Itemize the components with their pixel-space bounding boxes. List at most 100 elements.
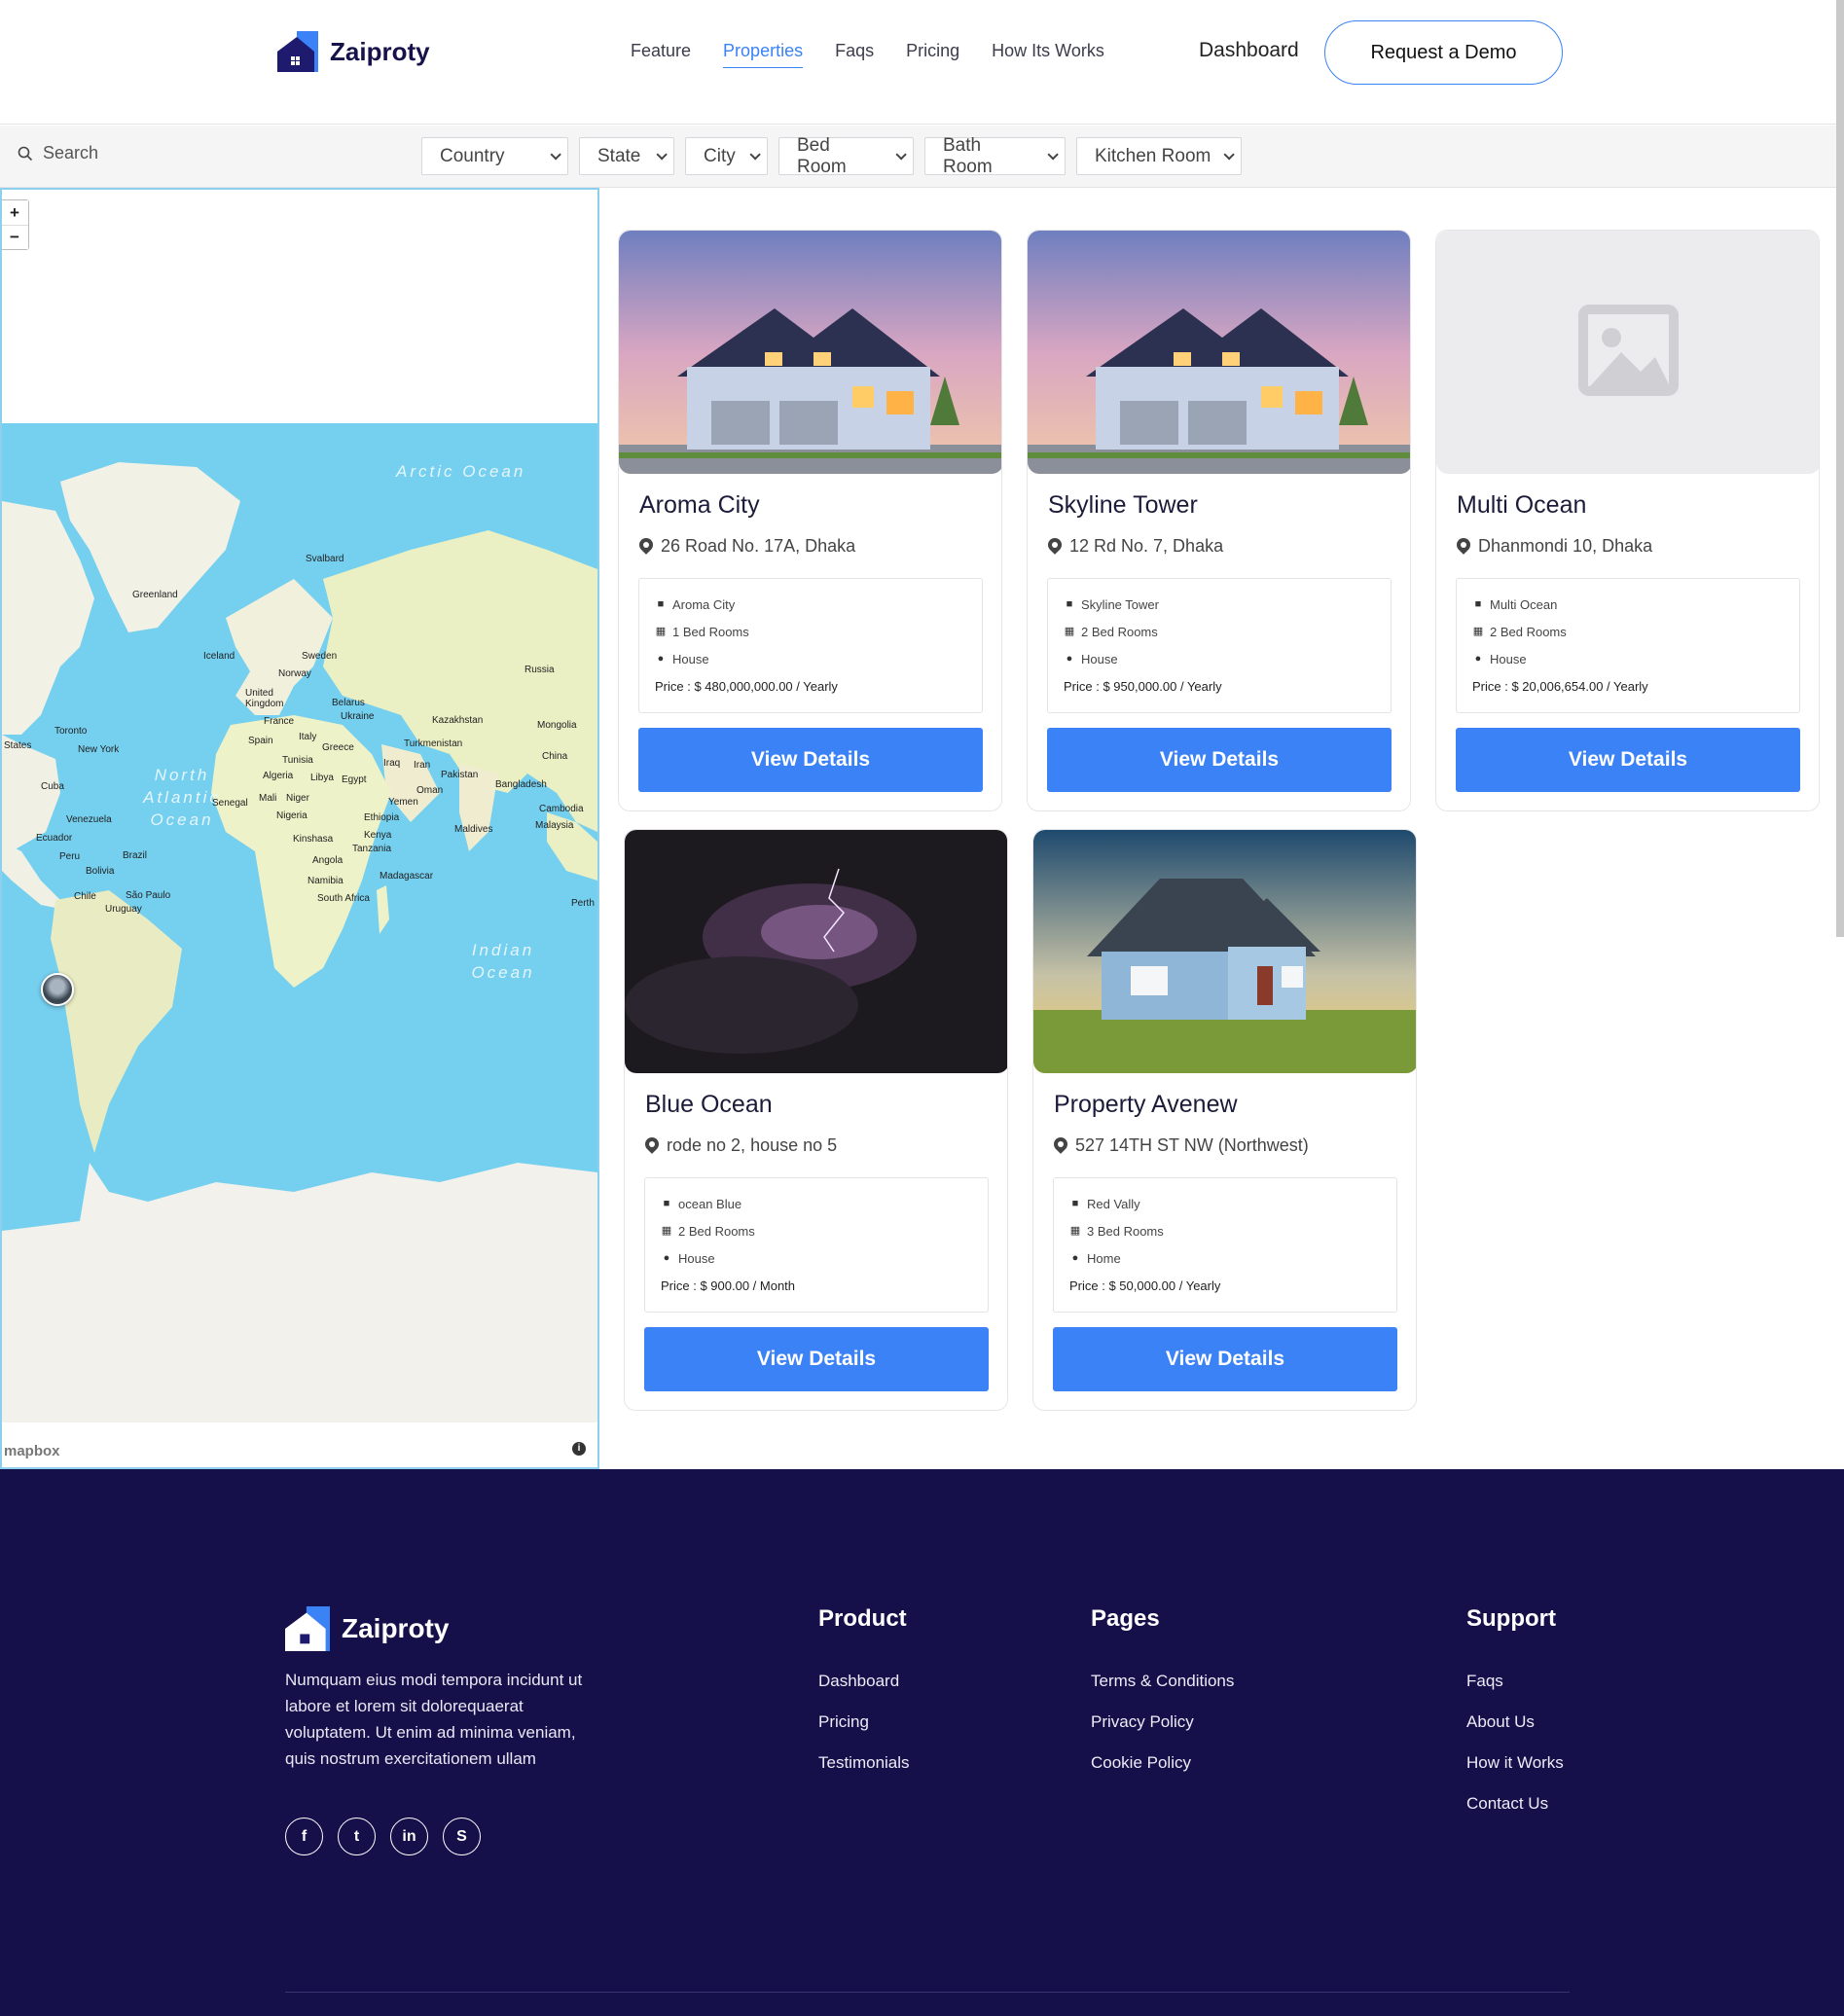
footer-column-title: Product [818, 1605, 907, 1632]
chevron-down-icon [1223, 148, 1235, 161]
footer-link-testimonials[interactable]: Testimonials [818, 1753, 910, 1773]
footer-column-title: Pages [1091, 1605, 1160, 1632]
linkedin-icon[interactable]: in [390, 1818, 428, 1855]
footer-link-about[interactable]: About Us [1466, 1712, 1564, 1732]
select-label: Kitchen Room [1095, 145, 1211, 166]
map-place-label: Mali [259, 793, 277, 804]
zoom-in-button[interactable]: + [2, 200, 28, 225]
footer-column-title: Support [1466, 1605, 1556, 1632]
map-place-label: Greece [322, 742, 354, 753]
state-select[interactable]: State [579, 137, 674, 175]
select-label: Bed Room [797, 134, 847, 177]
property-title[interactable]: Multi Ocean [1457, 491, 1586, 520]
footer-link-terms[interactable]: Terms & Conditions [1091, 1672, 1234, 1691]
map-place-label: São Paulo [126, 890, 171, 901]
map-place-label: Cuba [41, 781, 64, 792]
brand-logo[interactable]: Zaiproty [277, 31, 430, 72]
info-icon[interactable]: i [572, 1442, 586, 1456]
nav-pricing[interactable]: Pricing [906, 41, 959, 68]
detail-text: House [678, 1250, 715, 1266]
view-details-button[interactable]: View Details [644, 1327, 989, 1391]
chevron-down-icon [656, 148, 668, 161]
building-icon: ■ [1071, 1198, 1079, 1209]
user-icon: ● [663, 1252, 670, 1264]
nav-how-its-works[interactable]: How Its Works [992, 41, 1104, 68]
skype-icon[interactable]: S [443, 1818, 481, 1855]
map-place-label: China [542, 751, 568, 762]
twitter-icon[interactable]: t [338, 1818, 376, 1855]
property-title[interactable]: Blue Ocean [645, 1091, 773, 1119]
map-place-label: Spain [248, 736, 273, 746]
property-title[interactable]: Property Avenew [1054, 1091, 1238, 1119]
nav-faqs[interactable]: Faqs [835, 41, 874, 68]
dashboard-link[interactable]: Dashboard [1199, 39, 1299, 62]
map-place-label: Namibia [307, 876, 343, 886]
detail-name: ■ Aroma City [655, 591, 966, 618]
grid-icon: ▦ [1064, 626, 1075, 637]
property-title[interactable]: Aroma City [639, 491, 760, 520]
kitchen-room-select[interactable]: Kitchen Room [1076, 137, 1242, 175]
bed-room-select[interactable]: Bed Room [778, 134, 914, 177]
footer-link-contact[interactable]: Contact Us [1466, 1794, 1564, 1814]
property-details: ■ Skyline Tower ▦ 2 Bed Rooms ● House Price… [1047, 578, 1392, 713]
property-image[interactable] [625, 830, 1007, 1073]
detail-text: 3 Bed Rooms [1087, 1223, 1164, 1239]
property-card[interactable]: Aroma City 26 Road No. 17A, Dhaka ■ Aroma… [618, 230, 1002, 811]
footer-link-how-it-works[interactable]: How it Works [1466, 1753, 1564, 1773]
user-icon: ● [1474, 653, 1482, 665]
map-world[interactable]: Arctic Ocean North Atlantic Ocean Indian… [2, 423, 597, 1422]
property-image[interactable] [1028, 231, 1410, 474]
user-icon: ● [1071, 1252, 1079, 1264]
map-place-label: Iceland [203, 651, 235, 662]
footer-divider [285, 1992, 1570, 1993]
map-place-label: Norway [278, 668, 311, 679]
view-details-button[interactable]: View Details [1456, 728, 1800, 792]
property-image[interactable] [1436, 231, 1819, 474]
select-label: Bath Room [943, 134, 993, 177]
property-card[interactable]: Multi Ocean Dhanmondi 10, Dhaka ■ Multi O… [1435, 230, 1820, 811]
view-details-button[interactable]: View Details [1053, 1327, 1397, 1391]
facebook-icon[interactable]: f [285, 1818, 323, 1855]
search-box [18, 143, 237, 163]
country-select[interactable]: Country [421, 137, 568, 175]
footer-link-privacy[interactable]: Privacy Policy [1091, 1712, 1234, 1732]
address-text: rode no 2, house no 5 [667, 1135, 838, 1155]
property-details: ■ ocean Blue ▦ 2 Bed Rooms ● House Price : … [644, 1177, 989, 1313]
property-image[interactable] [1033, 830, 1416, 1073]
footer-link-dashboard[interactable]: Dashboard [818, 1672, 910, 1691]
map-pin-icon [645, 1137, 659, 1155]
property-title[interactable]: Skyline Tower [1048, 491, 1198, 520]
footer-link-pricing[interactable]: Pricing [818, 1712, 910, 1732]
property-card[interactable]: Blue Ocean rode no 2, house no 5 ■ ocean … [624, 829, 1008, 1411]
property-image[interactable] [619, 231, 1001, 474]
footer-link-faqs[interactable]: Faqs [1466, 1672, 1564, 1691]
view-details-button[interactable]: View Details [638, 728, 983, 792]
building-icon: ■ [1066, 598, 1073, 610]
mapbox-logo[interactable]: mapbox [4, 1443, 60, 1459]
footer-logo[interactable]: Zaiproty [285, 1606, 449, 1651]
detail-type: ● House [1064, 645, 1375, 672]
house-logo-icon [277, 31, 318, 72]
grid-icon: ▦ [1069, 1225, 1081, 1237]
brand-name: Zaiproty [330, 36, 430, 66]
request-demo-button[interactable]: Request a Demo [1324, 20, 1563, 85]
nav-properties[interactable]: Properties [723, 41, 804, 68]
map-place-label: Chile [74, 891, 96, 902]
view-details-button[interactable]: View Details [1047, 728, 1392, 792]
search-input[interactable] [43, 143, 237, 163]
nav-feature[interactable]: Feature [631, 41, 691, 68]
property-map[interactable]: + − Arctic Ocean North Atlantic Ocean In… [0, 188, 599, 1469]
world-landmass [2, 462, 597, 1422]
property-map-marker[interactable] [41, 973, 74, 1006]
city-select[interactable]: City [685, 137, 768, 175]
footer-link-cookie[interactable]: Cookie Policy [1091, 1753, 1234, 1773]
map-place-label: Bolivia [86, 866, 115, 877]
bath-room-select[interactable]: Bath Room [924, 134, 1066, 177]
page-scrollbar[interactable] [1836, 0, 1844, 937]
detail-text: House [1081, 651, 1118, 666]
map-place-label: United Kingdom [245, 688, 284, 709]
property-card[interactable]: Property Avenew 527 14TH ST NW (Northwes… [1032, 829, 1417, 1411]
property-card[interactable]: Skyline Tower 12 Rd No. 7, Dhaka ■ Skylin… [1027, 230, 1411, 811]
detail-beds: ▦ 1 Bed Rooms [655, 618, 966, 645]
zoom-out-button[interactable]: − [2, 225, 28, 249]
